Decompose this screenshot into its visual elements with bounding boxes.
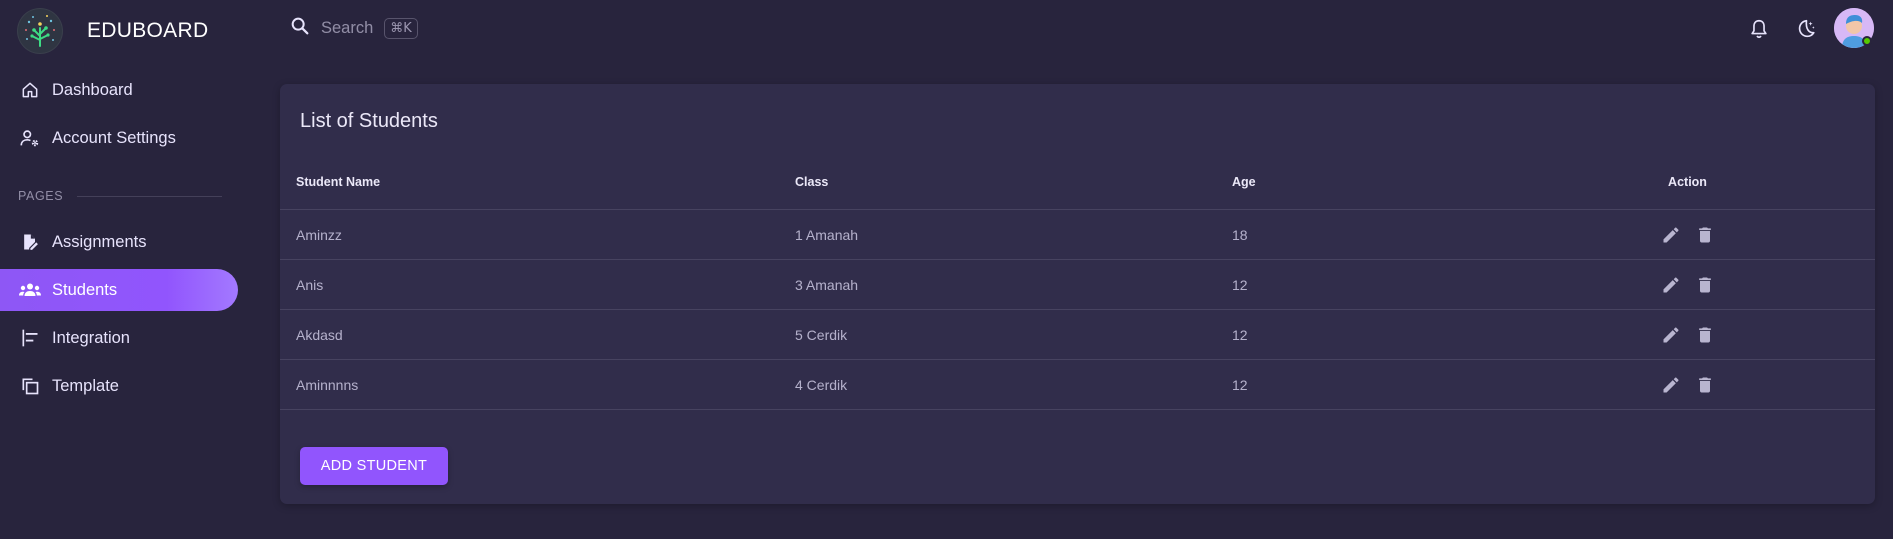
delete-icon[interactable] (1694, 224, 1716, 246)
action-cell (1640, 360, 1735, 409)
sidebar-item-students[interactable]: Students (0, 269, 238, 311)
copy-icon (18, 374, 42, 398)
table-row: Anis 3 Amanah 12 (280, 260, 1875, 310)
student-name-cell: Akdasd (296, 326, 343, 343)
students-card: List of Students Student Name Class Age … (280, 84, 1875, 504)
table-row: Aminzz 1 Amanah 18 (280, 210, 1875, 260)
add-student-button[interactable]: ADD STUDENT (300, 447, 448, 485)
section-header-pages: PAGES (18, 189, 222, 203)
moon-icon[interactable] (1793, 16, 1819, 42)
sidebar-item-label: Students (52, 280, 118, 299)
sidebar-item-label: Integration (52, 328, 130, 347)
search-placeholder: Search (321, 19, 374, 37)
class-cell: 3 Amanah (795, 276, 859, 293)
students-table: Student Name Class Age Action Aminzz 1 A… (280, 154, 1875, 410)
table-row: Akdasd 5 Cerdik 12 (280, 310, 1875, 360)
sidebar-item-label: Template (52, 376, 119, 395)
edit-icon[interactable] (1660, 374, 1682, 396)
sidebar-item-label: Account Settings (52, 128, 176, 147)
age-cell: 18 (1232, 226, 1248, 243)
column-header-action: Action (1668, 174, 1707, 189)
sidebar-item-integration[interactable]: Integration (0, 317, 238, 359)
section-divider (77, 195, 222, 197)
home-icon (18, 78, 42, 102)
brand-name: EDUBOARD (87, 19, 209, 42)
class-cell: 5 Cerdik (795, 326, 848, 343)
edit-icon[interactable] (1660, 274, 1682, 296)
search-icon (289, 15, 311, 42)
action-cell (1640, 260, 1735, 309)
section-label: PAGES (18, 189, 64, 203)
column-header-student-name: Student Name (296, 174, 381, 189)
age-cell: 12 (1232, 326, 1248, 343)
action-cell (1640, 310, 1735, 359)
sidebar: EDUBOARD Dashboard Account Settings PAGE… (0, 0, 260, 539)
delete-icon[interactable] (1694, 324, 1716, 346)
column-header-age: Age (1232, 174, 1256, 189)
account-group-icon (18, 278, 42, 302)
age-cell: 12 (1232, 376, 1248, 393)
class-cell: 1 Amanah (795, 226, 859, 243)
account-cog-icon (18, 126, 42, 150)
delete-icon[interactable] (1694, 374, 1716, 396)
table-row: Aminnnns 4 Cerdik 12 (280, 360, 1875, 410)
student-name-cell: Aminnnns (296, 376, 359, 393)
bell-icon[interactable] (1746, 16, 1772, 42)
action-cell (1640, 210, 1735, 259)
app-root: EDUBOARD Dashboard Account Settings PAGE… (0, 0, 1893, 539)
edit-icon[interactable] (1660, 324, 1682, 346)
delete-icon[interactable] (1694, 274, 1716, 296)
age-cell: 12 (1232, 276, 1248, 293)
column-header-class: Class (795, 174, 829, 189)
search-input[interactable]: Search ⌘K (289, 15, 418, 42)
sidebar-item-assignments[interactable]: Assignments (0, 221, 238, 263)
align-left-icon (18, 326, 42, 350)
tree-circuit-logo (17, 8, 63, 54)
search-shortcut: ⌘K (384, 18, 418, 39)
card-title: List of Students (300, 110, 438, 132)
table-header-row: Student Name Class Age Action (280, 154, 1875, 210)
sidebar-item-label: Assignments (52, 232, 147, 251)
edit-icon[interactable] (1660, 224, 1682, 246)
class-cell: 4 Cerdik (795, 376, 848, 393)
sidebar-item-template[interactable]: Template (0, 365, 238, 407)
student-name-cell: Anis (296, 276, 324, 293)
brand[interactable]: EDUBOARD (17, 8, 209, 54)
sidebar-item-dashboard[interactable]: Dashboard (0, 69, 238, 111)
sidebar-item-label: Dashboard (52, 80, 133, 99)
online-status-badge (1862, 36, 1872, 46)
file-edit-icon (18, 230, 42, 254)
student-name-cell: Aminzz (296, 226, 342, 243)
sidebar-item-account-settings[interactable]: Account Settings (0, 117, 238, 159)
